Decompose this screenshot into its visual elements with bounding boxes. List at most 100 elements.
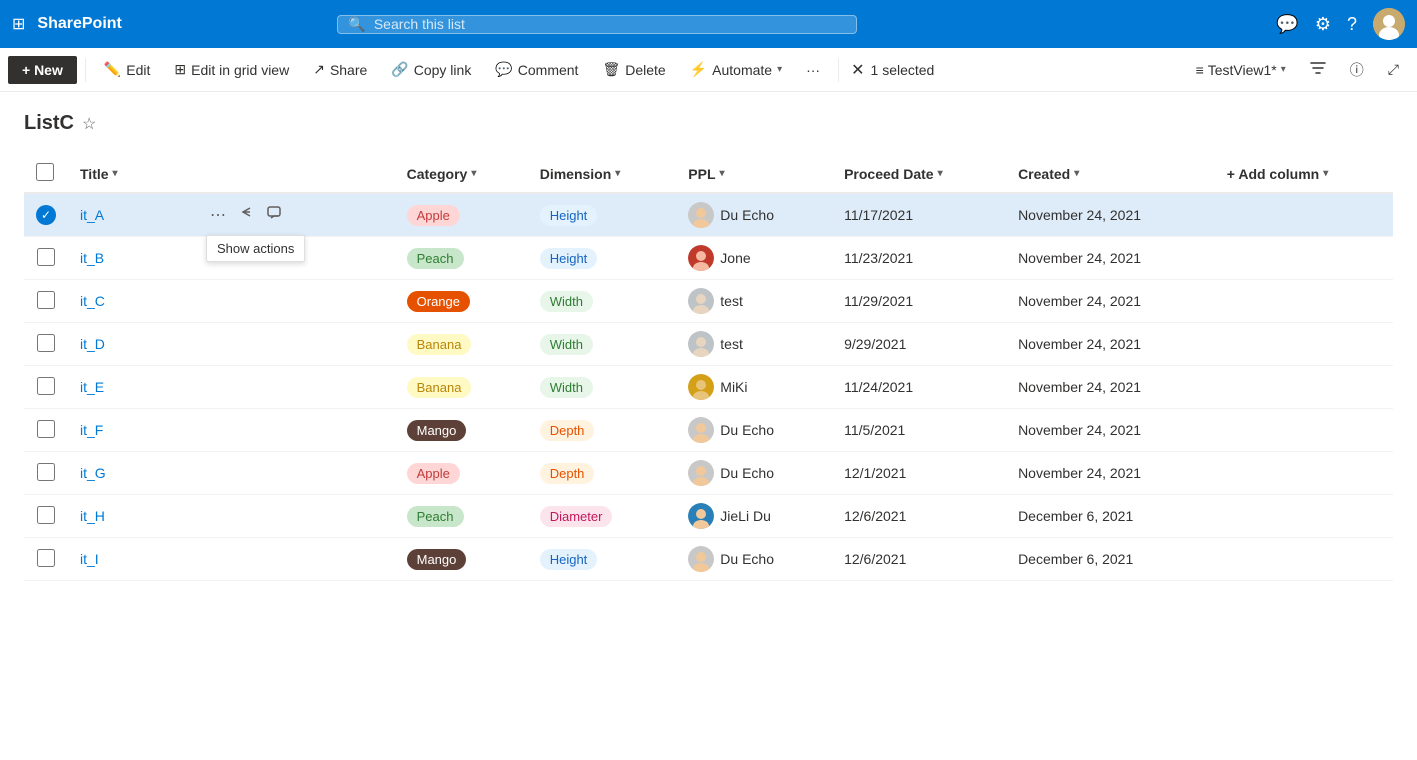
add-column-header[interactable]: + Add column ▾	[1215, 155, 1393, 193]
proceed-date-cell: 12/6/2021	[832, 495, 1006, 538]
row-title[interactable]: it_B	[80, 250, 104, 266]
ppl-cell: test	[676, 323, 832, 366]
category-sort-icon: ▾	[471, 168, 476, 179]
more-actions-button[interactable]: ⋯	[206, 203, 230, 227]
title-column-header[interactable]: Title ▾	[68, 155, 395, 193]
search-bar[interactable]: 🔍	[337, 15, 857, 34]
dimension-badge: Width	[540, 334, 593, 355]
row-checkbox[interactable]	[37, 248, 55, 266]
select-all-header[interactable]	[24, 155, 68, 193]
row-checkbox[interactable]	[37, 463, 55, 481]
grid-icon[interactable]: ⊞	[12, 14, 25, 34]
ppl-column-header[interactable]: PPL ▾	[676, 155, 832, 193]
row-title[interactable]: it_H	[80, 508, 105, 524]
dimension-badge: Depth	[540, 420, 595, 441]
share-button[interactable]: ↗ Share	[303, 55, 377, 84]
table-header-row: Title ▾ Category ▾ Dimension ▾	[24, 155, 1393, 193]
row-title[interactable]: it_C	[80, 293, 105, 309]
comment-icon: 💬	[495, 61, 512, 78]
comment-button[interactable]: 💬 Comment	[485, 55, 588, 84]
title-cell: it_E	[68, 366, 395, 409]
table-row: it_COrangeWidth test 11/29/2021November …	[24, 280, 1393, 323]
message-icon[interactable]: 💬	[1276, 14, 1298, 35]
delete-button[interactable]: 🗑 Delete	[592, 55, 675, 84]
list-table: Title ▾ Category ▾ Dimension ▾	[24, 155, 1393, 581]
row-select-cell	[24, 237, 68, 280]
category-cell: Peach	[395, 495, 528, 538]
avatar[interactable]	[1373, 8, 1405, 40]
info-button[interactable]: ⓘ	[1340, 54, 1374, 86]
ppl-cell: Jone	[676, 237, 832, 280]
commandbar: + New ✏️ Edit ⊞ Edit in grid view ↗ Shar…	[0, 48, 1417, 92]
created-column-header[interactable]: Created ▾	[1006, 155, 1215, 193]
view-chevron: ▾	[1281, 64, 1286, 75]
filter-button[interactable]	[1300, 54, 1336, 85]
topbar-right: 💬 ⚙ ?	[1276, 8, 1405, 40]
help-icon[interactable]: ?	[1347, 14, 1357, 35]
view-lines-icon: ≡	[1196, 62, 1204, 78]
collapse-button[interactable]: ⤢	[1378, 55, 1409, 84]
row-checkbox-checked[interactable]: ✓	[36, 205, 56, 225]
add-column-cell	[1215, 538, 1393, 581]
edit-icon: ✏️	[104, 61, 121, 78]
row-checkbox[interactable]	[37, 506, 55, 524]
proceed-date-cell: 12/1/2021	[832, 452, 1006, 495]
category-badge: Peach	[407, 506, 464, 527]
edit-button[interactable]: ✏️ Edit	[94, 55, 161, 84]
share-row-button[interactable]	[234, 203, 258, 228]
proceed-date-value: 11/24/2021	[844, 379, 913, 395]
dimension-column-header[interactable]: Dimension ▾	[528, 155, 677, 193]
new-button[interactable]: + New	[8, 56, 77, 84]
comment-row-button[interactable]	[262, 203, 286, 228]
edit-grid-icon: ⊞	[174, 61, 186, 78]
row-title[interactable]: it_E	[80, 379, 104, 395]
title-cell: it_D	[68, 323, 395, 366]
automate-button[interactable]: ⚡ Automate ▾	[680, 55, 792, 84]
row-checkbox[interactable]	[37, 291, 55, 309]
ppl-name: test	[720, 336, 743, 352]
category-badge: Mango	[407, 420, 467, 441]
settings-icon[interactable]: ⚙	[1315, 14, 1331, 35]
row-title[interactable]: it_G	[80, 465, 106, 481]
category-badge: Peach	[407, 248, 464, 269]
ppl-name: MiKi	[720, 379, 747, 395]
title-cell: it_G	[68, 452, 395, 495]
ppl-cell: Du Echo	[676, 193, 832, 237]
title-cell: it_A ⋯ Show actions	[68, 193, 395, 237]
ppl-avatar	[688, 546, 714, 572]
created-cell: December 6, 2021	[1006, 495, 1215, 538]
row-select-cell: ✓	[24, 193, 68, 237]
created-cell: November 24, 2021	[1006, 280, 1215, 323]
category-column-header[interactable]: Category ▾	[395, 155, 528, 193]
commandbar-right: ≡ TestView1* ▾ ⓘ ⤢	[1186, 54, 1409, 86]
edit-grid-button[interactable]: ⊞ Edit in grid view	[164, 55, 299, 84]
category-badge: Banana	[407, 377, 472, 398]
close-selected-icon[interactable]: ✕	[851, 60, 864, 80]
category-cell: Banana	[395, 323, 528, 366]
ppl-cell: test	[676, 280, 832, 323]
row-title[interactable]: it_A	[80, 207, 200, 223]
row-select-cell	[24, 452, 68, 495]
row-select-cell	[24, 409, 68, 452]
row-checkbox[interactable]	[37, 420, 55, 438]
row-title[interactable]: it_D	[80, 336, 105, 352]
category-badge: Orange	[407, 291, 470, 312]
row-title[interactable]: it_F	[80, 422, 103, 438]
delete-icon: 🗑	[602, 61, 620, 78]
separator-1	[85, 58, 86, 82]
row-checkbox[interactable]	[37, 334, 55, 352]
row-title[interactable]: it_I	[80, 551, 99, 567]
row-checkbox[interactable]	[37, 549, 55, 567]
copy-link-button[interactable]: 🔗 Copy link	[381, 55, 481, 84]
more-button[interactable]: ···	[796, 56, 830, 84]
view-selector-button[interactable]: ≡ TestView1* ▾	[1186, 56, 1296, 84]
ppl-name: Du Echo	[720, 207, 774, 223]
created-cell: November 24, 2021	[1006, 366, 1215, 409]
row-checkbox[interactable]	[37, 377, 55, 395]
search-input[interactable]	[374, 16, 847, 32]
favorite-icon[interactable]: ☆	[82, 114, 96, 134]
row-select-cell	[24, 495, 68, 538]
show-actions-tooltip: Show actions	[206, 235, 305, 262]
select-all-checkbox[interactable]	[36, 163, 54, 181]
proceed-date-column-header[interactable]: Proceed Date ▾	[832, 155, 1006, 193]
